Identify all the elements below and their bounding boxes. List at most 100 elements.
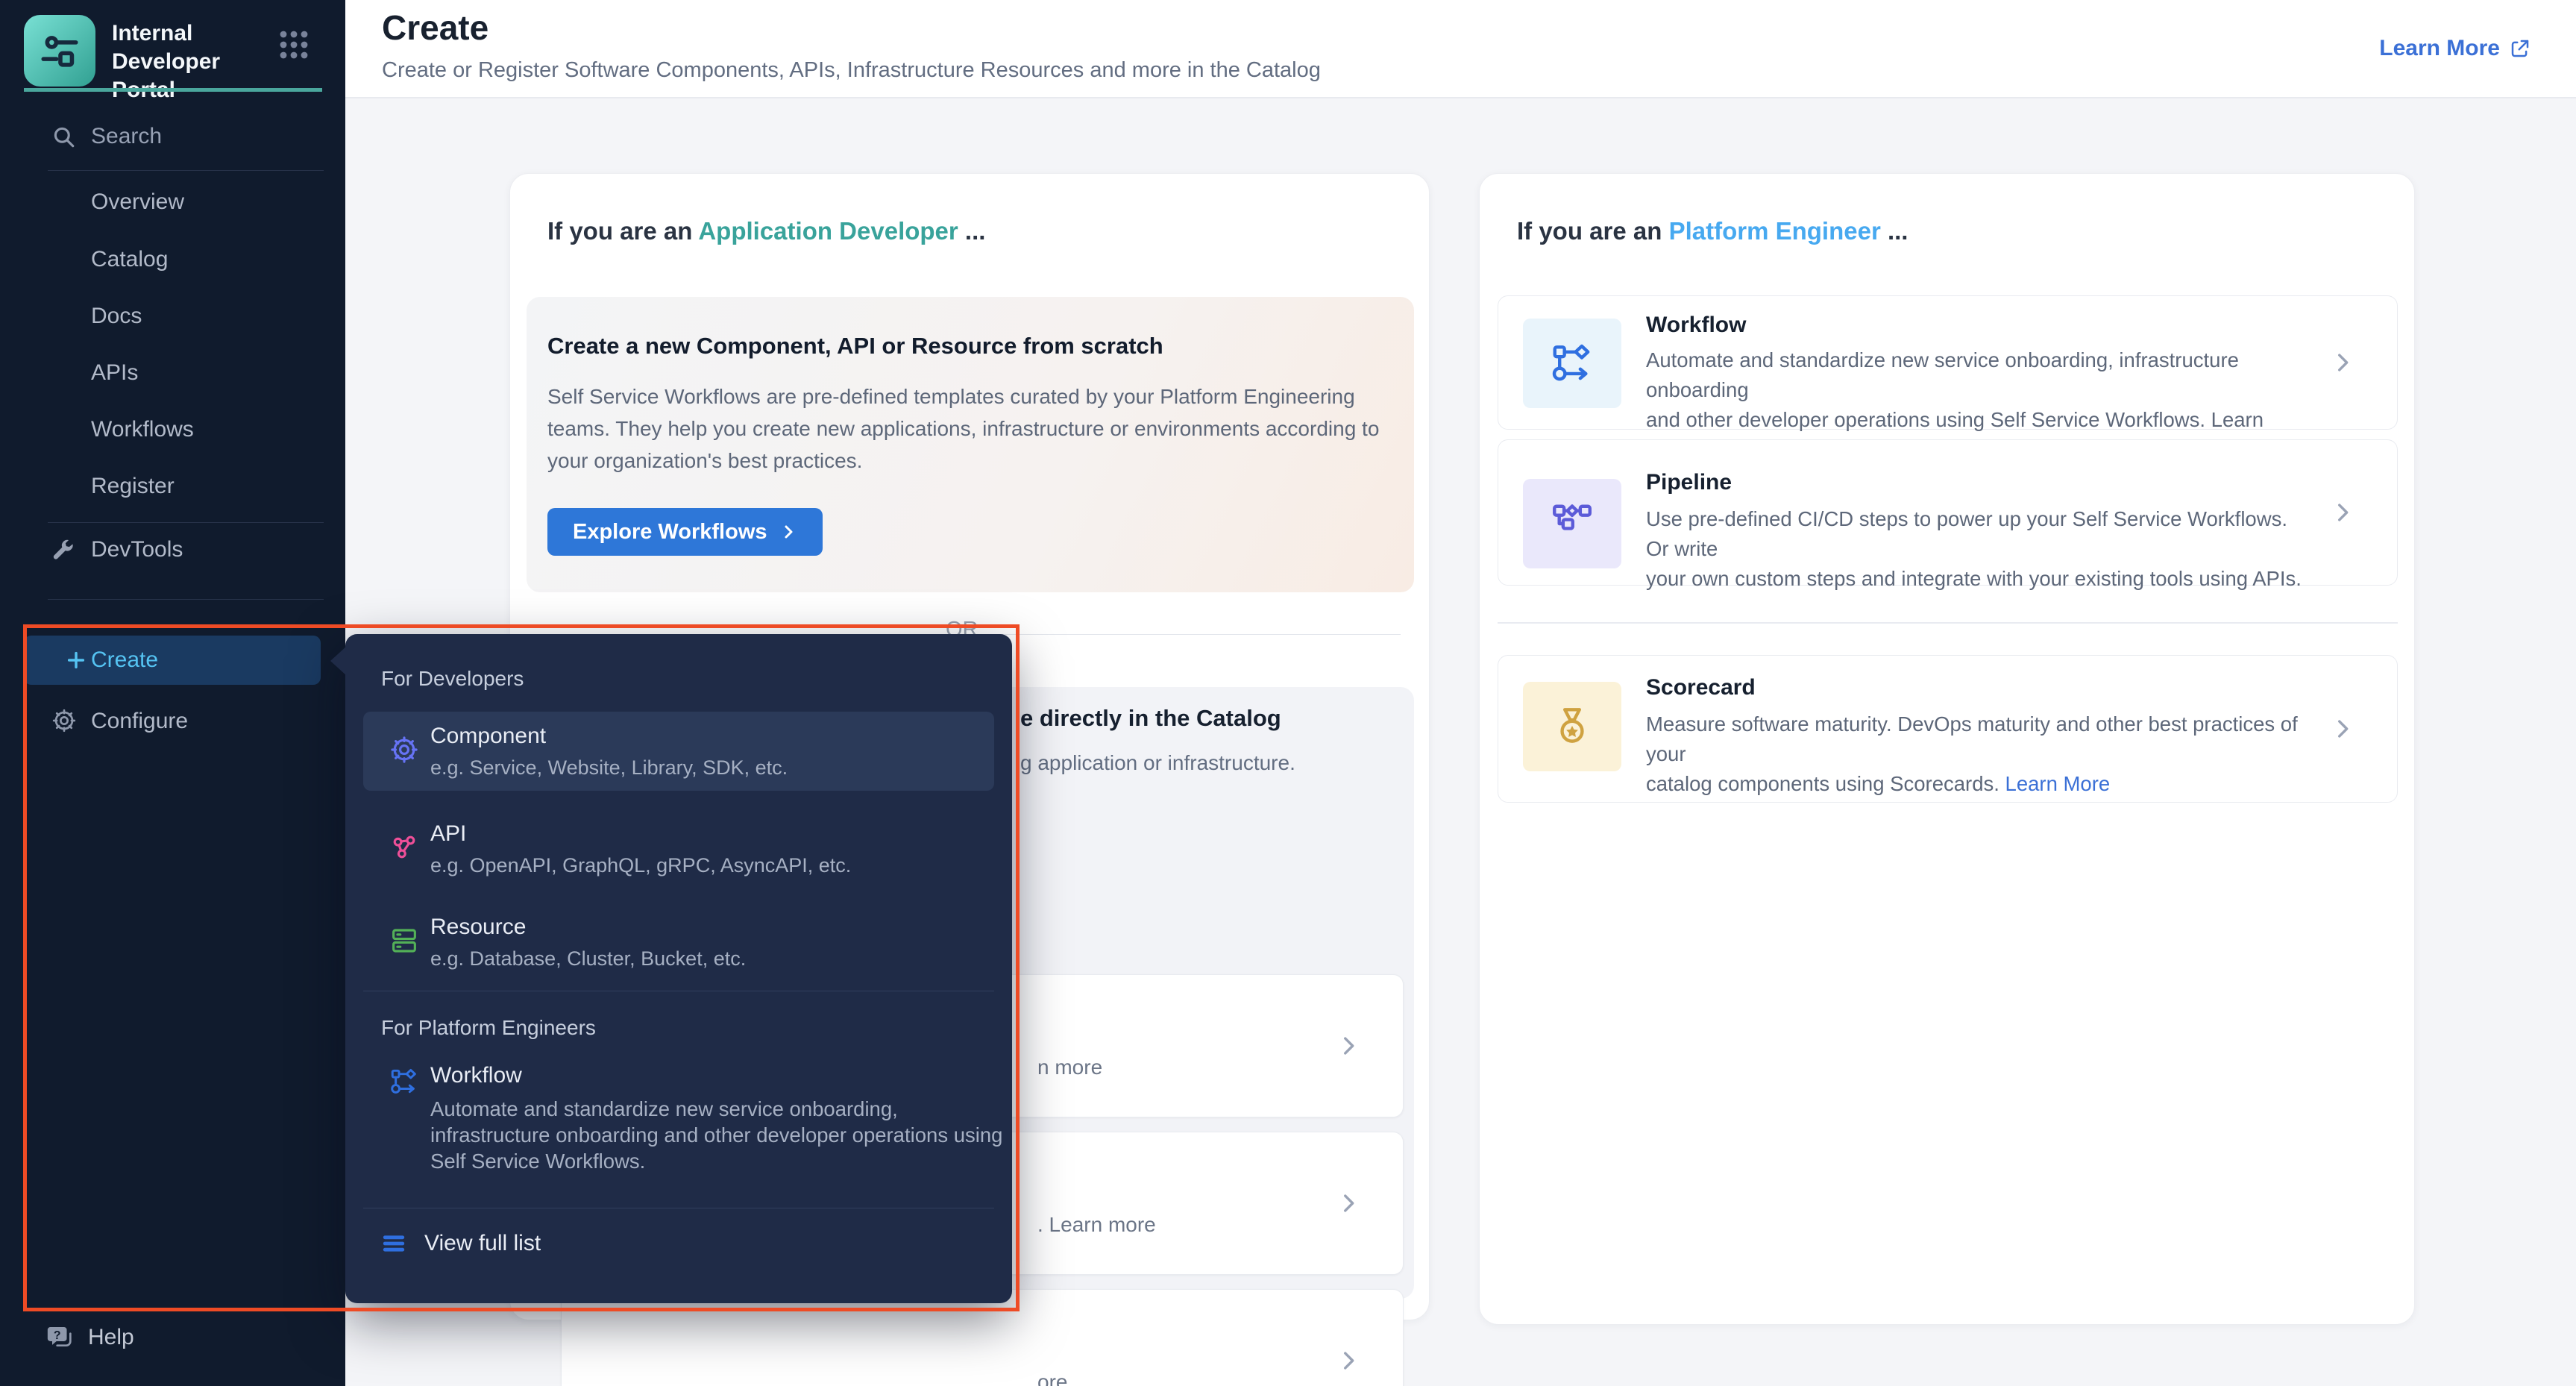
workflow-row-title: Workflow	[1646, 313, 1746, 338]
sidebar-item-catalog[interactable]: Catalog	[91, 247, 168, 272]
chevron-right-icon	[2330, 350, 2355, 375]
menu-item-title: Workflow	[430, 1063, 522, 1088]
workflow-icon	[1549, 340, 1595, 386]
menu-item-subtitle: e.g. Service, Website, Library, SDK, etc…	[430, 756, 788, 780]
sidebar-item-configure[interactable]: Configure	[0, 704, 345, 740]
scorecard-row-desc: Measure software maturity. DevOps maturi…	[1646, 709, 2302, 799]
sidebar-item-label: Configure	[91, 709, 188, 734]
sidebar-item-docs[interactable]: Docs	[91, 304, 142, 329]
menu-item-subtitle: e.g. Database, Cluster, Bucket, etc.	[430, 947, 746, 970]
dev-card-title-prefix: If you are an	[547, 217, 698, 245]
scratch-body: Self Service Workflows are pre-defined t…	[547, 380, 1390, 477]
pe-card-title: If you are an Platform Engineer ...	[1517, 217, 1908, 245]
scorecard-row-title: Scorecard	[1646, 675, 1756, 700]
brand-underline	[24, 88, 322, 92]
view-full-list-label: View full list	[424, 1231, 541, 1256]
chevron-right-icon	[1336, 1191, 1361, 1216]
platform-engineer-card: If you are an Platform Engineer ... Work…	[1479, 173, 2415, 1325]
pipeline-desc-line1: Use pre-defined CI/CD steps to power up …	[1646, 507, 2287, 560]
app-logo[interactable]	[24, 15, 95, 87]
chevron-right-icon	[1336, 1033, 1361, 1059]
scorecard-icon-tile	[1523, 682, 1621, 771]
sidebar: Internal Developer Portal Search Overvie…	[0, 0, 345, 1386]
scorecard-desc-line2: catalog components using Scorecards.	[1646, 772, 1999, 795]
menu-item-title: Component	[430, 724, 546, 749]
sidebar-item-devtools[interactable]: DevTools	[0, 533, 345, 568]
explore-workflows-label: Explore Workflows	[573, 520, 767, 545]
workflow-row[interactable]: Workflow Automate and standardize new se…	[1498, 295, 2398, 430]
menu-item-resource[interactable]: Resource e.g. Database, Cluster, Bucket,…	[363, 903, 994, 982]
sidebar-item-help[interactable]: ? Help	[0, 1319, 345, 1361]
apps-grid-icon[interactable]	[277, 28, 310, 61]
section-for-platform-engineers: For Platform Engineers	[381, 1016, 596, 1040]
sidebar-item-label: DevTools	[91, 537, 183, 562]
component-gear-icon	[389, 734, 420, 765]
pe-card-title-prefix: If you are an	[1517, 217, 1669, 245]
learn-more-label: Learn More	[2379, 36, 2500, 61]
menu-item-description: Automate and standardize new service onb…	[430, 1096, 1020, 1174]
sidebar-item-register[interactable]: Register	[91, 474, 175, 499]
dev-card-title-suffix: ...	[958, 217, 986, 245]
pe-card-title-suffix: ...	[1881, 217, 1909, 245]
catalog-subtitle-fragment: g application or infrastructure.	[1020, 751, 1295, 775]
svg-text:?: ?	[54, 1329, 61, 1342]
pe-section-divider	[1498, 622, 2398, 624]
sidebar-item-overview[interactable]: Overview	[91, 189, 184, 215]
logo-glyph-icon	[38, 29, 81, 72]
resource-servers-icon	[389, 925, 420, 956]
search-icon	[51, 124, 76, 149]
catalog-option-row[interactable]: ore	[561, 1289, 1404, 1386]
sidebar-divider	[48, 170, 324, 171]
sidebar-item-label: Create	[91, 647, 158, 673]
sidebar-item-apis[interactable]: APIs	[91, 360, 138, 386]
main-header: Create Create or Register Software Compo…	[345, 0, 2576, 98]
pipeline-desc-line2: your own custom steps and integrate with…	[1646, 567, 2302, 590]
pe-card-title-role: Platform Engineer	[1669, 217, 1881, 245]
plus-icon	[64, 648, 88, 672]
create-popup-menu: For Developers Component e.g. Service, W…	[345, 634, 1012, 1303]
scorecard-medal-icon	[1549, 703, 1595, 750]
scorecard-learn-more-link[interactable]: Learn More	[2005, 772, 2111, 795]
dev-card-title: If you are an Application Developer ...	[547, 217, 985, 245]
menu-item-title: Resource	[430, 915, 526, 940]
wrench-icon	[51, 537, 76, 562]
page-subtitle: Create or Register Software Components, …	[382, 58, 1321, 83]
catalog-row-fragment: . Learn more	[1037, 1213, 1156, 1237]
learn-more-link[interactable]: Learn More	[2379, 36, 2531, 61]
menu-item-api[interactable]: API e.g. OpenAPI, GraphQL, gRPC, AsyncAP…	[363, 809, 994, 888]
sidebar-item-create[interactable]: Create	[24, 636, 321, 685]
api-nodes-icon	[389, 832, 420, 863]
menu-item-workflow[interactable]: Workflow Automate and standardize new se…	[363, 1056, 994, 1197]
pipeline-icon-tile	[1523, 479, 1621, 568]
pipeline-row[interactable]: Pipeline Use pre-defined CI/CD steps to …	[1498, 439, 2398, 586]
view-full-list-button[interactable]: View full list	[381, 1231, 541, 1256]
scorecard-desc-line1: Measure software maturity. DevOps maturi…	[1646, 712, 2298, 765]
sidebar-item-workflows[interactable]: Workflows	[91, 417, 194, 442]
external-link-icon	[2509, 37, 2531, 60]
chevron-right-icon	[2330, 500, 2355, 525]
catalog-heading-fragment: e directly in the Catalog	[1020, 705, 1281, 732]
catalog-row-fragment: n more	[1037, 1056, 1102, 1079]
workflow-desc-line1: Automate and standardize new service onb…	[1646, 348, 2239, 401]
help-chat-icon: ?	[45, 1323, 75, 1353]
pipeline-row-desc: Use pre-defined CI/CD steps to power up …	[1646, 504, 2302, 594]
page-title: Create	[382, 7, 489, 48]
scorecard-row[interactable]: Scorecard Measure software maturity. Dev…	[1498, 655, 2398, 803]
explore-workflows-button[interactable]: Explore Workflows	[547, 508, 823, 556]
chevron-right-icon	[1336, 1348, 1361, 1373]
section-for-developers: For Developers	[381, 667, 524, 691]
sidebar-item-search[interactable]: Search	[0, 119, 345, 158]
sidebar-divider	[48, 522, 324, 523]
chevron-right-icon	[779, 523, 797, 541]
menu-item-component[interactable]: Component e.g. Service, Website, Library…	[363, 712, 994, 791]
list-icon	[381, 1231, 406, 1256]
menu-item-title: API	[430, 821, 466, 847]
app-root: Create Create or Register Software Compo…	[0, 0, 2576, 1386]
sidebar-divider	[48, 599, 324, 600]
workflow-icon	[389, 1066, 420, 1097]
scratch-heading: Create a new Component, API or Resource …	[547, 333, 1163, 360]
sidebar-item-label: Search	[91, 124, 162, 149]
gear-icon	[51, 707, 78, 734]
sidebar-item-label: Help	[88, 1325, 134, 1350]
workflow-icon-tile	[1523, 319, 1621, 408]
